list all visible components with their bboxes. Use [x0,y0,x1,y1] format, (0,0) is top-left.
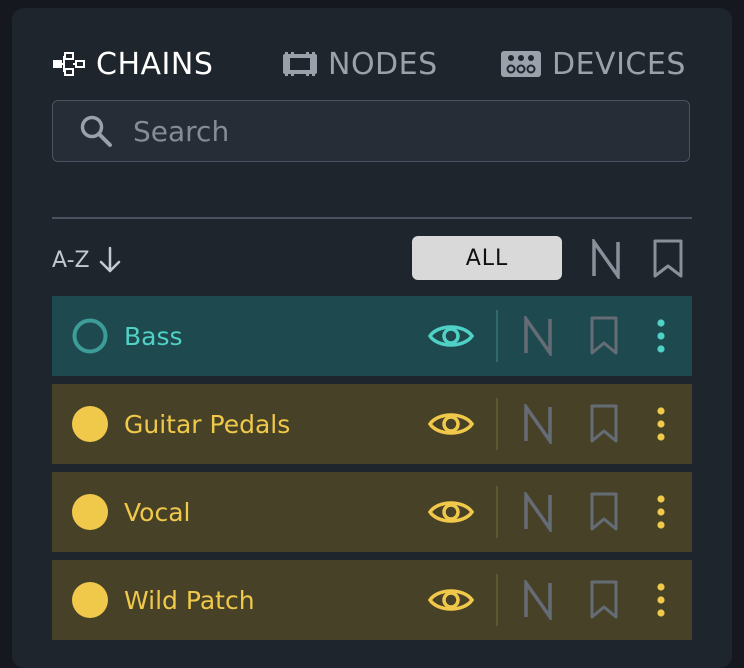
letter-n-icon [592,239,620,279]
eye-icon[interactable] [428,404,474,444]
divider [52,217,692,219]
devices-icon [500,50,542,78]
row-separator [496,486,498,538]
tab-nodes[interactable]: NODES [282,42,438,86]
chain-name: Wild Patch [124,585,255,615]
bookmark-icon[interactable] [586,490,622,534]
chain-row[interactable]: Bass [52,296,692,376]
more-options-icon[interactable] [646,578,676,622]
tab-chains[interactable]: CHAINS [52,42,213,86]
status-indicator-icon[interactable] [71,317,109,355]
sort-toggle[interactable]: A-Z [52,240,122,280]
bookmark-icon[interactable] [586,578,622,622]
chain-name: Guitar Pedals [124,409,291,439]
sort-label: A-Z [52,247,90,273]
chain-row[interactable]: Guitar Pedals [52,384,692,464]
arrow-down-icon [98,245,122,275]
filter-new-button[interactable] [586,236,626,282]
bookmark-icon[interactable] [586,314,622,358]
nodes-icon [282,51,318,77]
chain-row[interactable]: Wild Patch [52,560,692,640]
tab-chains-label: CHAINS [96,46,214,82]
tab-devices[interactable]: DEVICES [500,42,686,86]
letter-n-icon[interactable] [520,402,556,446]
search-icon [79,114,113,148]
more-options-icon[interactable] [646,402,676,446]
chain-name: Bass [124,321,183,351]
chain-name: Vocal [124,497,191,527]
chain-row[interactable]: Vocal [52,472,692,552]
library-panel: CHAINS NODES DEVICES Search A-Z ALL Bass… [12,8,732,668]
more-options-icon[interactable] [646,490,676,534]
letter-n-icon[interactable] [520,314,556,358]
eye-icon[interactable] [428,316,474,356]
filter-bookmark-button[interactable] [648,236,688,282]
filter-all-button[interactable]: ALL [412,236,562,280]
eye-icon[interactable] [428,580,474,620]
search-input[interactable] [131,113,689,149]
row-separator [496,398,498,450]
chains-icon [52,50,86,78]
tab-devices-label: DEVICES [552,46,686,82]
tab-nodes-label: NODES [328,46,438,82]
row-separator [496,310,498,362]
status-indicator-icon[interactable] [71,405,109,443]
status-indicator-icon[interactable] [71,493,109,531]
search-box[interactable] [52,100,690,162]
more-options-icon[interactable] [646,314,676,358]
letter-n-icon[interactable] [520,490,556,534]
bookmark-icon[interactable] [586,402,622,446]
eye-icon[interactable] [428,492,474,532]
status-indicator-icon[interactable] [71,581,109,619]
letter-n-icon[interactable] [520,578,556,622]
bookmark-icon [653,239,683,278]
row-separator [496,574,498,626]
